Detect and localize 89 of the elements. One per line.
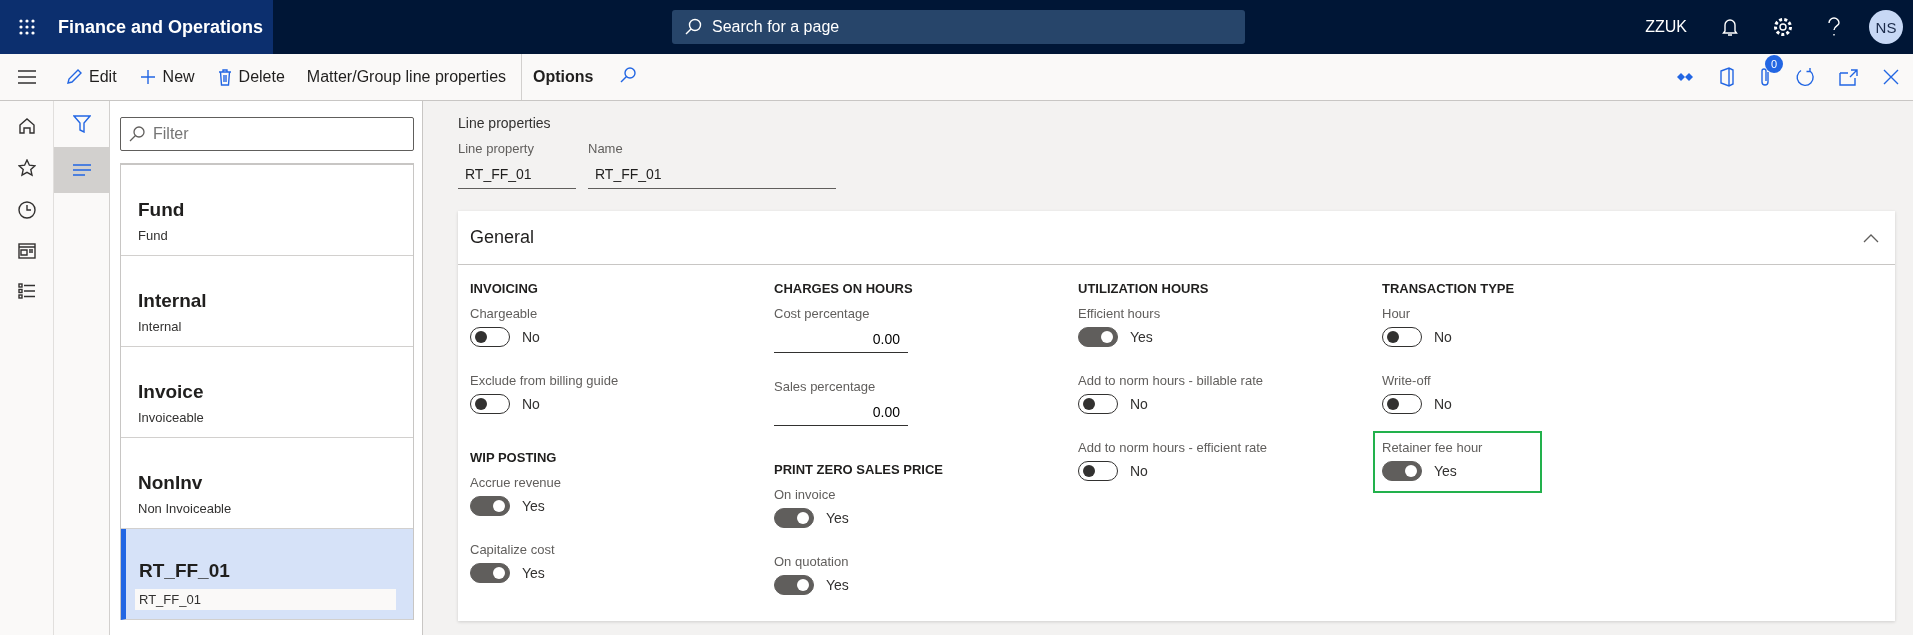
filter-field[interactable]: Filter [120,117,414,151]
paperclip-icon[interactable] [1759,67,1771,87]
diamonds-icon[interactable] [1677,71,1695,83]
plus-icon[interactable] [138,68,157,86]
group-heading: UTILIZATION HOURS [1078,281,1210,296]
toggle-switch[interactable] [1382,327,1422,347]
workspace-icon[interactable] [17,243,36,259]
office-icon[interactable] [1719,67,1735,87]
list-item[interactable]: RT_FF_01 RT_FF_01 [121,529,413,620]
text-field[interactable]: RT_FF_01 [458,164,576,189]
menu-icon[interactable] [18,70,36,84]
toggle-value: Yes [1130,329,1153,345]
toggle-value: No [522,329,540,345]
toggle-switch[interactable] [470,496,510,516]
options-tab[interactable]: Options [521,54,605,100]
settings-icon[interactable] [1773,17,1793,37]
field-label: Efficient hours [1078,306,1161,321]
field-label: Line property [458,141,535,156]
pencil-icon[interactable] [65,68,83,86]
toggle-value: Yes [826,577,849,593]
search-icon[interactable] [620,67,637,83]
number-field[interactable]: 0.00 [774,400,908,426]
field-label: Sales percentage [774,379,877,394]
search-icon [129,126,145,142]
text-field[interactable]: RT_FF_01 [588,164,836,189]
group-heading: WIP POSTING [470,450,558,465]
toggle-switch[interactable] [470,394,510,414]
company-picker[interactable]: ZZUK [1645,18,1687,36]
home-icon[interactable] [17,117,36,135]
trash-icon[interactable] [216,68,233,86]
field-label: Write-off [1382,373,1432,388]
toggle-value: No [522,396,540,412]
group-heading: CHARGES ON HOURS [774,281,914,296]
clock-icon[interactable] [17,201,36,219]
toggle-value: Yes [522,565,545,581]
fasttab-header[interactable]: General [458,211,1895,265]
toolbar-button[interactable]: New [127,54,206,100]
field-label: On quotation [774,554,849,569]
toggle-switch[interactable] [470,563,510,583]
toggle-value: Yes [1434,463,1457,479]
toggle-switch[interactable] [774,575,814,595]
toggle-switch[interactable] [1382,461,1422,481]
toggle-switch[interactable] [1382,394,1422,414]
toggle-value: No [1130,463,1148,479]
toggle-switch[interactable] [774,508,814,528]
group-heading: TRANSACTION TYPE [1382,281,1516,296]
filter-icon [72,115,91,133]
toggle-value: No [1434,329,1452,345]
bell-icon[interactable] [1721,17,1739,37]
user-avatar[interactable]: NS [1869,10,1903,44]
field-label: Exclude from billing guide [470,373,619,388]
waffle-icon[interactable] [18,18,36,36]
list-icon[interactable] [17,283,36,299]
attachment-count-badge: 0 [1765,55,1783,73]
help-icon[interactable] [1827,17,1841,37]
field-label: Cost percentage [774,306,871,321]
toggle-switch[interactable] [1078,394,1118,414]
list-view-button[interactable] [54,147,109,193]
lines-icon [72,164,91,176]
field-label: Accrue revenue [470,475,562,490]
number-field[interactable]: 0.00 [774,327,908,353]
group-heading: INVOICING [470,281,539,296]
field-label: On invoice [774,487,837,502]
toolbar-button[interactable]: Edit [54,54,128,100]
toggle-value: Yes [826,510,849,526]
search-icon[interactable] [684,18,702,36]
toolbar-button[interactable]: Matter/Group line properties [295,54,518,100]
field-label: Name [588,141,624,156]
search-field[interactable]: Search for a page [672,10,1245,44]
field-label: Chargeable [470,306,539,321]
close-icon[interactable] [1883,69,1899,85]
toggle-switch[interactable] [1078,461,1118,481]
toggle-value: Yes [522,498,545,514]
field-label: Add to norm hours - billable rate [1078,373,1263,388]
chevron-icon [1863,232,1879,243]
field-label: Hour [1382,306,1412,321]
field-label: Retainer fee hour [1382,440,1483,455]
toggle-switch[interactable] [1078,327,1118,347]
toolbar-button[interactable]: Delete [205,54,296,100]
section-title: Line properties [458,115,552,131]
field-label: Add to norm hours - efficient rate [1078,440,1268,455]
toggle-value: No [1130,396,1148,412]
field-label: Capitalize cost [470,542,555,557]
star-icon[interactable] [17,159,36,177]
group-heading: PRINT ZERO SALES PRICE [774,462,945,477]
toggle-value: No [1434,396,1452,412]
toggle-switch[interactable] [470,327,510,347]
refresh-icon[interactable] [1795,67,1815,87]
popout-icon[interactable] [1839,68,1859,86]
